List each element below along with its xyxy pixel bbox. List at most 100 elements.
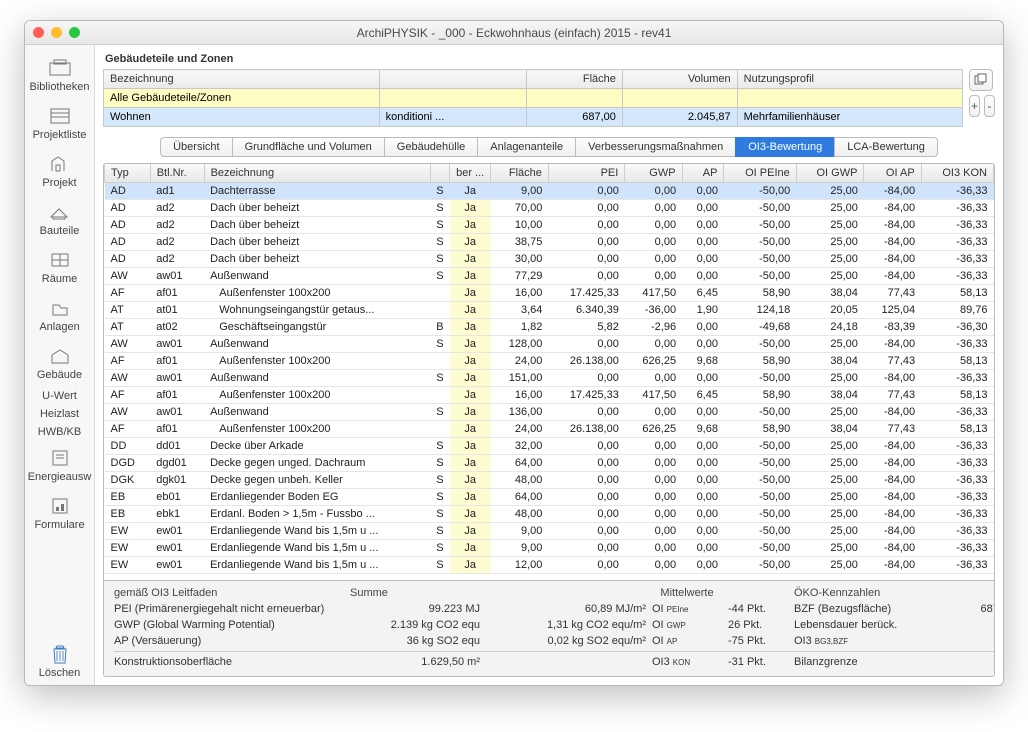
summary-cell: PEI (Primärenergiegehalt nicht erneuerba… bbox=[114, 603, 344, 615]
sidebar-item-label: Heizlast bbox=[40, 408, 79, 420]
sidebar-item-projektliste[interactable]: Projektliste bbox=[28, 99, 92, 147]
sidebar-item-gebäude[interactable]: Gebäude bbox=[28, 339, 92, 387]
summary-cell: 26 Pkt. bbox=[728, 619, 788, 631]
delete-button[interactable]: Löschen bbox=[25, 637, 94, 685]
sidebar-item-label: Projekt bbox=[42, 177, 76, 189]
column-header[interactable]: OI GWP bbox=[796, 164, 864, 183]
table-row[interactable]: AFaf01 Außenfenster 100x200Ja24,0026.138… bbox=[105, 353, 994, 370]
minimize-icon[interactable] bbox=[51, 27, 62, 38]
sidebar-item-label: Löschen bbox=[39, 667, 81, 679]
summary-cell: OI GWP bbox=[652, 619, 722, 631]
table-row[interactable]: ATat02 GeschäftseingangstürBJa1,825,82-2… bbox=[105, 319, 994, 336]
table-row[interactable]: EWew01Erdanliegende Wand bis 1,5m u ...S… bbox=[105, 523, 994, 540]
summary-cell: 0,02 kg SO2 equ/m² bbox=[486, 635, 646, 647]
table-row[interactable]: AWaw01AußenwandSJa136,000,000,000,00-50,… bbox=[105, 404, 994, 421]
table-row[interactable]: ADad2Dach über beheiztSJa10,000,000,000,… bbox=[105, 217, 994, 234]
summary-cell bbox=[950, 587, 995, 599]
sidebar-icon bbox=[28, 151, 92, 177]
summary-cell: -75 Pkt. bbox=[728, 635, 788, 647]
table-row[interactable]: EBebk1Erdanl. Boden > 1,5m - Fussbo ...S… bbox=[105, 506, 994, 523]
sidebar-icon bbox=[28, 55, 92, 81]
column-header[interactable]: OI PEIne bbox=[724, 164, 796, 183]
table-row[interactable]: Alle Gebäudeteile/Zonen bbox=[104, 89, 963, 108]
summary-cell: OI AP bbox=[652, 635, 722, 647]
tab-bar: ÜbersichtGrundfläche und VolumenGebäudeh… bbox=[103, 137, 995, 157]
table-row[interactable]: AWaw01AußenwandSJa128,000,000,000,00-50,… bbox=[105, 336, 994, 353]
sidebar-item-räume[interactable]: Räume bbox=[28, 243, 92, 291]
table-row[interactable]: ADad2Dach über beheiztSJa70,000,000,000,… bbox=[105, 200, 994, 217]
table-row[interactable]: AWaw01AußenwandSJa77,290,000,000,00-50,0… bbox=[105, 268, 994, 285]
table-row[interactable]: ADad1DachterrasseSJa9,000,000,000,00-50,… bbox=[105, 183, 994, 200]
summary-cell bbox=[486, 656, 646, 668]
remove-button[interactable]: - bbox=[984, 95, 995, 117]
tab-5[interactable]: OI3-Bewertung bbox=[735, 137, 834, 157]
tab-6[interactable]: LCA-Bewertung bbox=[834, 137, 938, 157]
table-row[interactable]: EBeb01Erdanliegender Boden EGSJa64,000,0… bbox=[105, 489, 994, 506]
maximize-icon[interactable] bbox=[69, 27, 80, 38]
sidebar-item-bauteile[interactable]: Bauteile bbox=[28, 195, 92, 243]
column-header[interactable]: Volumen bbox=[622, 70, 737, 89]
tab-1[interactable]: Grundfläche und Volumen bbox=[232, 137, 384, 157]
summary-cell: OI3 BG3,BZF bbox=[794, 635, 944, 647]
table-row[interactable]: EWew01Erdanliegende Wand bis 1,5m u ...S… bbox=[105, 540, 994, 557]
tab-3[interactable]: Anlagenanteile bbox=[477, 137, 575, 157]
table-row[interactable]: DGDdgd01Decke gegen unged. DachraumSJa64… bbox=[105, 455, 994, 472]
column-header[interactable] bbox=[430, 164, 449, 183]
column-header[interactable]: Fläche bbox=[491, 164, 549, 183]
column-header[interactable]: OI3 KON bbox=[921, 164, 993, 183]
table-row[interactable]: DDdd01Decke über ArkadeSJa32,000,000,000… bbox=[105, 438, 994, 455]
window-title: ArchiPHYSIK - _000 - Eckwohnhaus (einfac… bbox=[25, 26, 1003, 40]
sidebar-item-heizlast[interactable]: Heizlast bbox=[28, 405, 92, 423]
sidebar-item-u-wert[interactable]: U-Wert bbox=[28, 387, 92, 405]
column-header[interactable]: OI AP bbox=[864, 164, 921, 183]
column-header[interactable]: Nutzungsprofil bbox=[737, 70, 962, 89]
sidebar-item-label: Gebäude bbox=[37, 369, 82, 381]
sidebar-item-label: Formulare bbox=[34, 519, 84, 531]
table-row[interactable]: EWew01Erdanliegende Wand bis 1,5m u ...S… bbox=[105, 557, 994, 574]
summary-cell: Bilanzgrenze bbox=[794, 656, 944, 668]
tab-4[interactable]: Verbesserungsmaßnahmen bbox=[575, 137, 735, 157]
table-row[interactable]: ADad2Dach über beheiztSJa38,750,000,000,… bbox=[105, 234, 994, 251]
sidebar: BibliothekenProjektliste Projekt Bauteile R… bbox=[25, 45, 95, 685]
sidebar-item-bibliotheken[interactable]: Bibliotheken bbox=[28, 51, 92, 99]
column-header[interactable]: Bezeichnung bbox=[104, 70, 380, 89]
table-row[interactable]: AFaf01 Außenfenster 100x200Ja16,0017.425… bbox=[105, 387, 994, 404]
summary-cell: ÖKO-Kennzahlen bbox=[794, 587, 944, 599]
column-header[interactable]: ber ... bbox=[450, 164, 491, 183]
sidebar-icon bbox=[28, 295, 92, 321]
sidebar-item-projekt[interactable]: Projekt bbox=[28, 147, 92, 195]
sidebar-item-formulare[interactable]: Formulare bbox=[28, 489, 92, 537]
table-row[interactable]: AFaf01 Außenfenster 100x200Ja24,0026.138… bbox=[105, 421, 994, 438]
sidebar-item-energieausw[interactable]: Energieausw bbox=[28, 441, 92, 489]
column-header[interactable] bbox=[379, 70, 526, 89]
column-header[interactable]: PEI bbox=[548, 164, 624, 183]
table-row[interactable]: AFaf01 Außenfenster 100x200Ja16,0017.425… bbox=[105, 285, 994, 302]
sidebar-icon bbox=[28, 199, 92, 225]
dup-button[interactable] bbox=[969, 69, 993, 91]
column-header[interactable]: Btl.Nr. bbox=[150, 164, 204, 183]
summary-cell: 12,32 bbox=[950, 635, 995, 647]
column-header[interactable]: Typ bbox=[105, 164, 151, 183]
add-button[interactable]: + bbox=[969, 95, 980, 117]
summary-cell: Ja bbox=[950, 619, 995, 631]
tab-2[interactable]: Gebäudehülle bbox=[384, 137, 478, 157]
table-row[interactable]: DGKdgk01Decke gegen unbeh. KellerSJa48,0… bbox=[105, 472, 994, 489]
column-header[interactable]: Bezeichnung bbox=[204, 164, 430, 183]
sidebar-icon bbox=[28, 445, 92, 471]
column-header[interactable]: Fläche bbox=[527, 70, 623, 89]
table-row[interactable]: ATat01 Wohnungseingangstür getaus...Ja3,… bbox=[105, 302, 994, 319]
sidebar-icon bbox=[28, 343, 92, 369]
table-row[interactable]: AWaw01AußenwandSJa151,000,000,000,00-50,… bbox=[105, 370, 994, 387]
sidebar-item-label: Bauteile bbox=[40, 225, 80, 237]
sidebar-item-anlagen[interactable]: Anlagen bbox=[28, 291, 92, 339]
table-row[interactable]: ADad2Dach über beheiztSJa30,000,000,000,… bbox=[105, 251, 994, 268]
sidebar-item-label: Energieausw bbox=[28, 471, 92, 483]
summary-cell: AP (Versäuerung) bbox=[114, 635, 344, 647]
column-header[interactable]: GWP bbox=[625, 164, 682, 183]
table-row[interactable]: Wohnenkonditioni ...687,002.045,87Mehrfa… bbox=[104, 108, 963, 127]
column-header[interactable]: AP bbox=[682, 164, 724, 183]
sidebar-item-hwb/kb[interactable]: HWB/KB bbox=[28, 423, 92, 441]
sidebar-icon bbox=[28, 493, 92, 519]
tab-0[interactable]: Übersicht bbox=[160, 137, 231, 157]
close-icon[interactable] bbox=[33, 27, 44, 38]
